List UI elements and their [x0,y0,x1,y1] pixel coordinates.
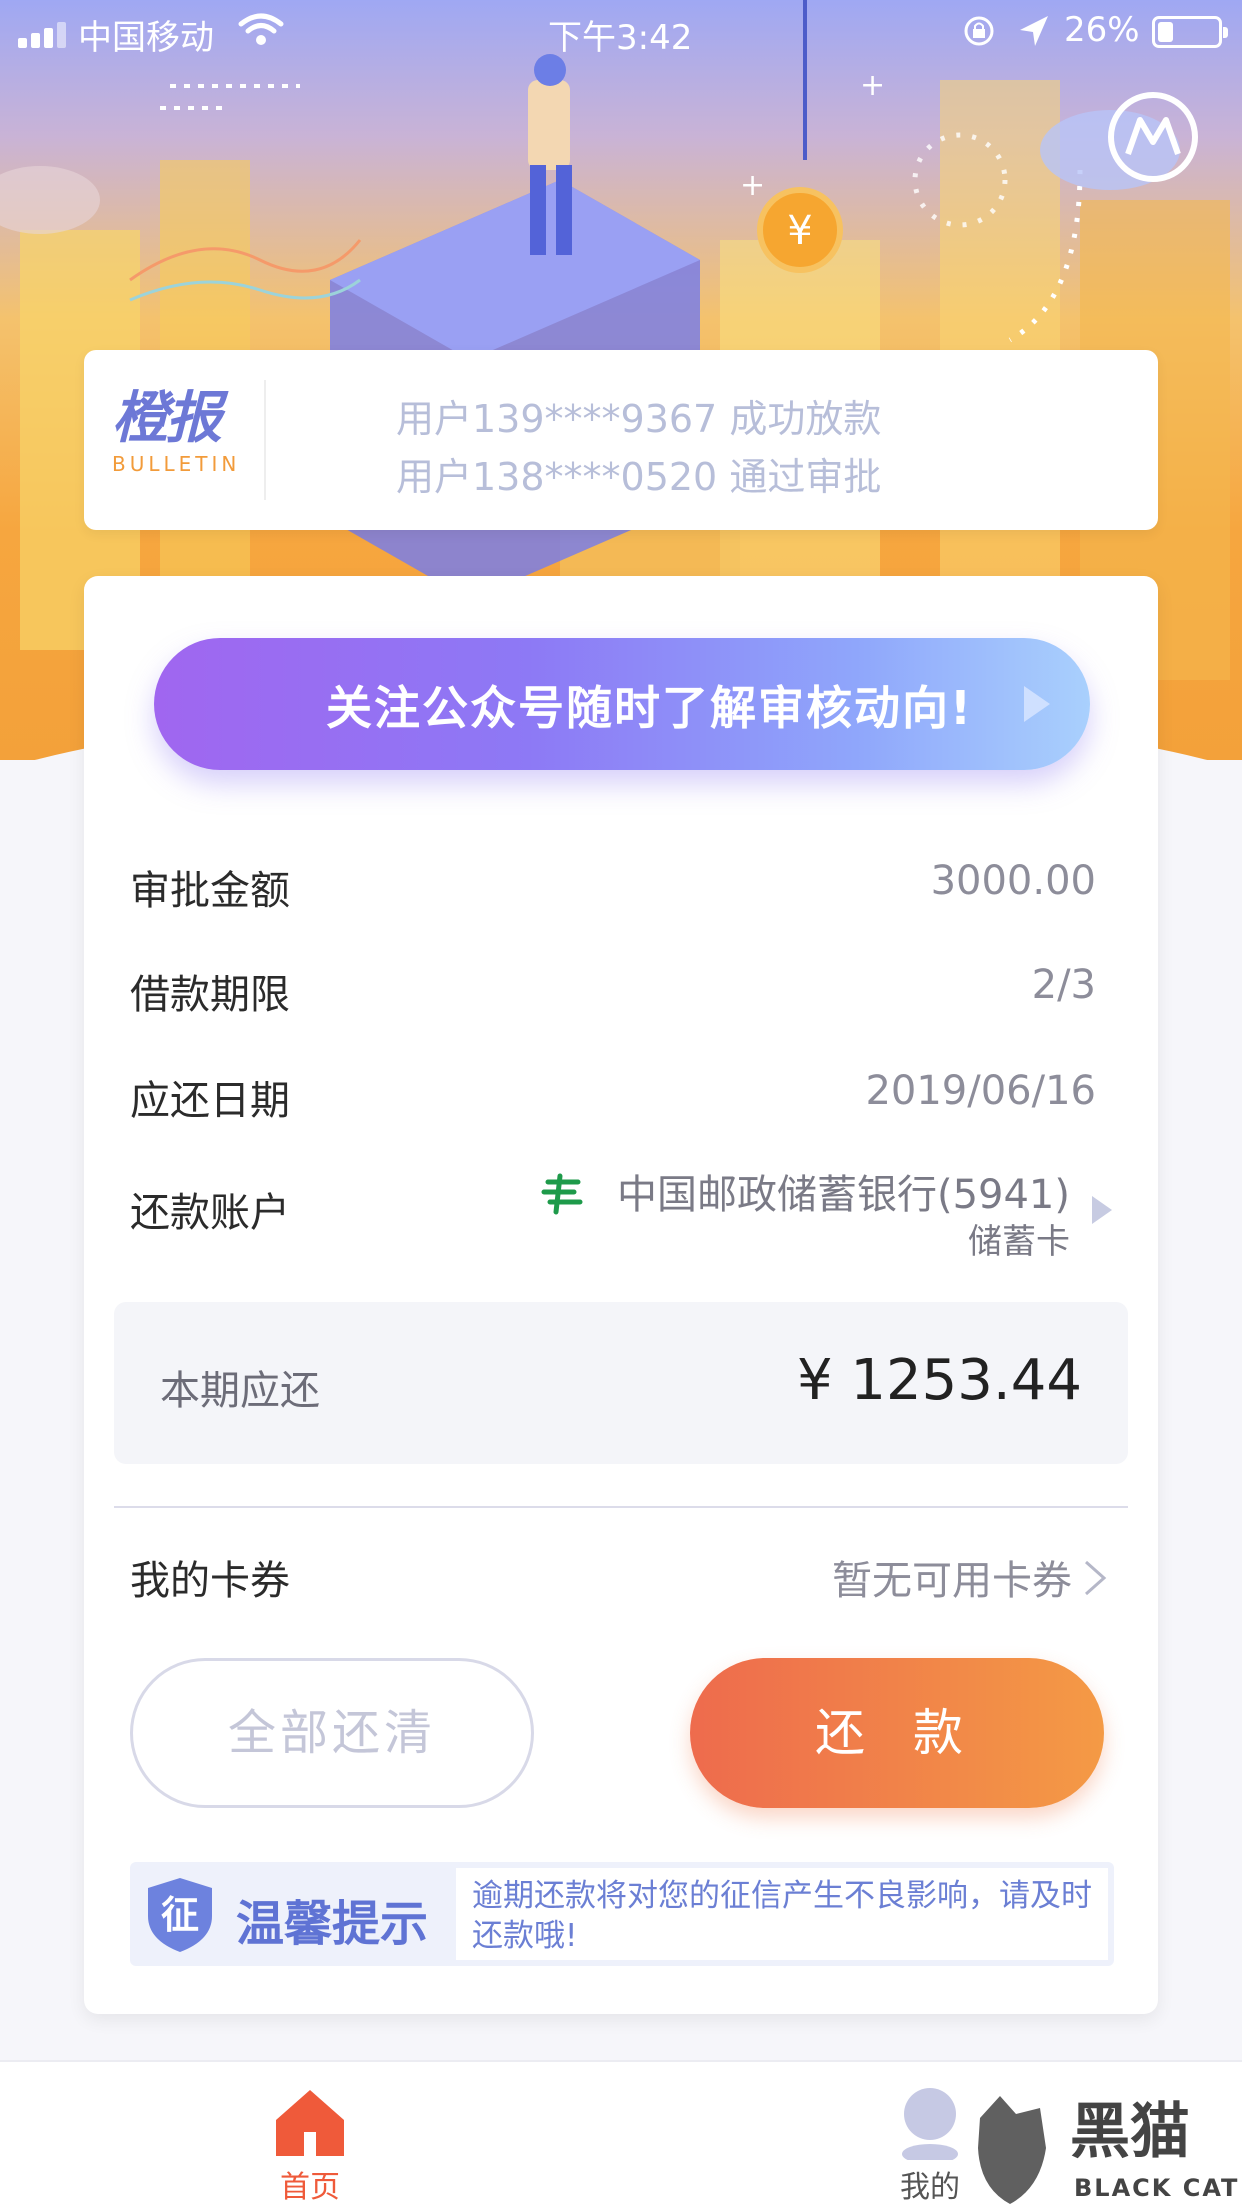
tab-home-label: 首页 [280,2170,340,2205]
tab-home[interactable]: 首页 [210,2062,410,2208]
follow-account-banner[interactable]: 关注公众号随时了解审核动向! [154,638,1090,770]
play-arrow-icon [1024,686,1050,722]
wifi-icon [238,13,284,45]
approved-amount-label: 审批金额 [130,868,290,914]
carrier-name: 中国移动 [78,18,214,58]
svg-text:BLACK CAT: BLACK CAT [1074,2174,1239,2202]
home-icon [276,2090,344,2156]
current-due-box: 本期应还 ¥ 1253.44 [114,1302,1128,1464]
warm-tip: 征 温馨提示 逾期还款将对您的征信产生不良影响，请及时还款哦! [130,1862,1114,1966]
bank-card-type: 储蓄卡 [968,1222,1070,1262]
status-bar: 中国移动 下午3:42 26% [0,0,1242,62]
credit-shield-icon: 征 [148,1878,212,1952]
due-date-value: 2019/06/16 [865,1068,1096,1114]
bank-select-arrow-icon[interactable] [1092,1196,1112,1224]
tip-title: 温馨提示 [236,1896,429,1952]
tip-message: 逾期还款将对您的征信产生不良影响，请及时还款哦! [456,1868,1108,1960]
svg-text:黑猫: 黑猫 [1070,2097,1190,2167]
app-logo-icon[interactable] [1108,92,1198,182]
current-due-amount: ¥ 1253.44 [796,1348,1082,1413]
repay-account-label: 还款账户 [130,1190,290,1236]
bulletin-logo-text: 橙报 [112,386,222,451]
status-time: 下午3:42 [548,18,693,58]
bulletin-card[interactable]: 橙报 BULLETIN 用户139****9367 成功放款 用户138****… [84,350,1158,530]
pay-all-button[interactable]: 全部还清 [130,1658,534,1808]
svg-text:征: 征 [161,1893,199,1937]
profile-icon [902,2088,958,2160]
bulletin-logo-sub: BULLETIN [112,452,241,476]
bulletin-logo: 橙报 BULLETIN [112,386,262,477]
bulletin-message: 用户138****0520 通过审批 [396,455,882,499]
due-date-label: 应还日期 [130,1078,290,1124]
location-arrow-icon [1020,16,1048,46]
svg-text:+: + [740,168,765,203]
svg-text:¥: ¥ [787,208,812,254]
divider [114,1506,1128,1508]
black-cat-watermark: 黑猫 BLACK CAT [978,2096,1239,2204]
bulletin-divider [264,380,266,500]
coupon-value[interactable]: 暂无可用卡券 [832,1548,1072,1606]
chevron-right-icon[interactable] [1082,1558,1108,1598]
battery-icon [1152,16,1228,48]
bank-name[interactable]: 中国邮政储蓄银行(5941) [617,1162,1070,1220]
orientation-lock-icon [964,16,994,46]
approved-amount-value: 3000.00 [930,858,1096,904]
signal-icon [18,22,70,48]
postal-bank-icon [541,1173,583,1215]
svg-text:+: + [860,68,885,103]
promo-text: 关注公众号随时了解审核动向! [326,681,973,735]
battery-percent: 26% [1064,10,1140,50]
loan-term-label: 借款期限 [130,972,290,1018]
repay-button[interactable]: 还 款 [690,1658,1104,1808]
bulletin-message: 用户139****9367 成功放款 [396,397,882,441]
battery-level [1158,22,1173,42]
coupon-label: 我的卡券 [130,1558,290,1604]
current-due-label: 本期应还 [160,1368,320,1414]
loan-card: 关注公众号随时了解审核动向! 审批金额 3000.00 借款期限 2/3 应还日… [84,576,1158,2014]
loan-term-value: 2/3 [1031,962,1096,1008]
